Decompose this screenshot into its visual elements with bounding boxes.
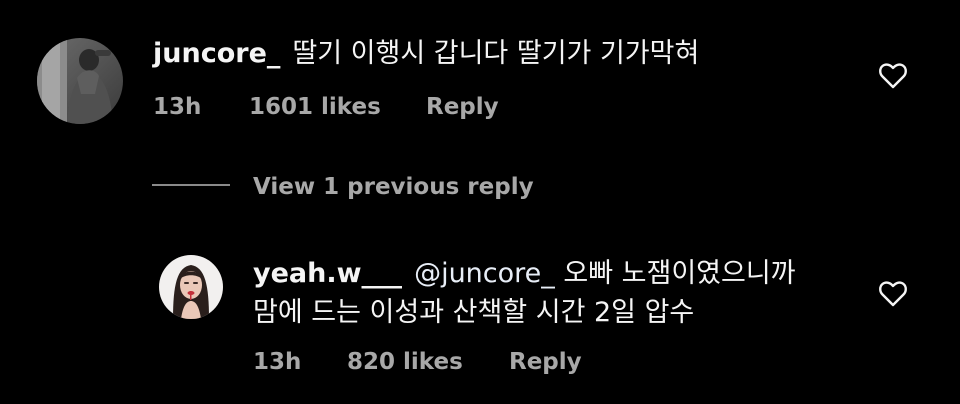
comment: juncore_ 딸기 이행시 갑니다 딸기가 기가막혀 13h 1601 lik…: [0, 0, 960, 140]
reply-button[interactable]: Reply: [509, 347, 582, 377]
heart-outline-icon[interactable]: [878, 280, 908, 308]
heart-outline-icon[interactable]: [878, 62, 908, 90]
comment-likes[interactable]: 820 likes: [347, 347, 463, 377]
reply-comment: yeah.w___ @juncore_ 오빠 노잼이였으니까 맘에 드는 이성과 …: [0, 240, 960, 404]
comment-text: juncore_ 딸기 이행시 갑니다 딸기가 기가막혀: [153, 37, 699, 71]
comment-body: 오빠 노잼이였으니까: [563, 258, 796, 289]
comment-username[interactable]: yeah.w___: [253, 258, 402, 289]
comment-meta: 13h 820 likes Reply: [253, 347, 753, 377]
view-previous-replies-button[interactable]: View 1 previous reply: [253, 172, 534, 202]
comment-body: 딸기 이행시 갑니다 딸기가 기가막혀: [292, 38, 700, 69]
comment-username[interactable]: juncore_: [153, 38, 280, 69]
replies-divider: [152, 184, 230, 186]
comment-meta: 13h 1601 likes Reply: [153, 92, 653, 122]
comment-text: yeah.w___ @juncore_ 오빠 노잼이였으니까: [253, 257, 796, 291]
avatar[interactable]: [159, 255, 223, 319]
comment-likes[interactable]: 1601 likes: [249, 92, 381, 122]
avatar[interactable]: [37, 38, 123, 124]
comment-timestamp: 13h: [153, 94, 202, 120]
comment-timestamp: 13h: [253, 349, 302, 375]
comment-mention[interactable]: @juncore_: [414, 258, 555, 289]
reply-button[interactable]: Reply: [426, 92, 499, 122]
comment-text-continuation: 맘에 드는 이성과 산책할 시간 2일 압수: [253, 297, 695, 328]
